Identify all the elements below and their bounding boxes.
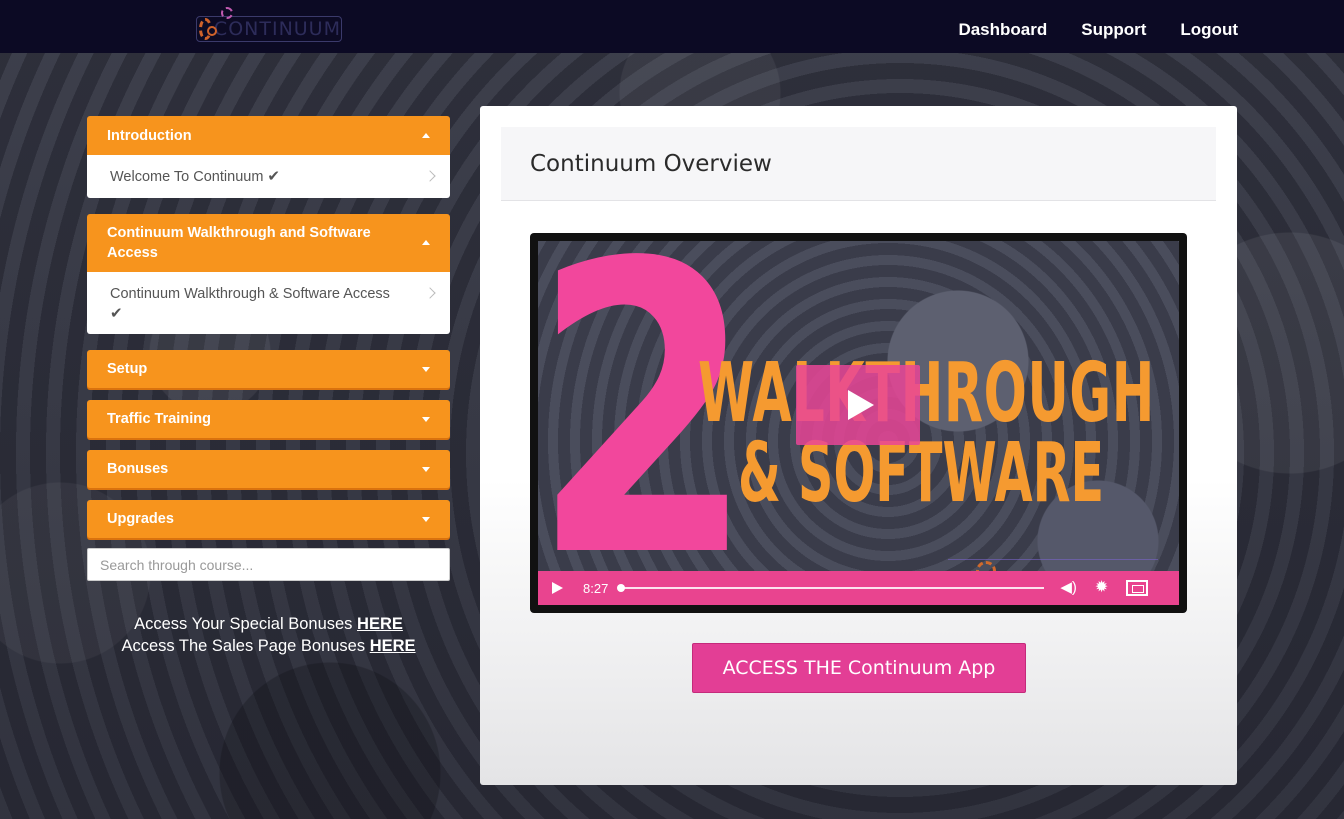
caret-down-icon	[422, 417, 430, 422]
special-bonuses-link[interactable]: HERE	[357, 615, 403, 633]
accordion-title: Introduction	[107, 127, 192, 144]
checkmark-icon: ✔	[110, 305, 123, 322]
nav-dashboard[interactable]: Dashboard	[958, 20, 1047, 40]
accordion-title: Bonuses	[107, 461, 169, 477]
caret-down-icon	[422, 367, 430, 372]
volume-icon[interactable]: ◀)	[1060, 580, 1077, 596]
logo-text: CONTINUUM	[213, 18, 341, 40]
continuum-logo[interactable]: CONTINUUM	[196, 7, 342, 42]
accordion-setup[interactable]: Setup	[87, 350, 450, 388]
chevron-right-icon	[424, 287, 436, 299]
play-icon	[848, 390, 874, 420]
progress-knob[interactable]	[617, 584, 626, 592]
lesson-label: Continuum Walkthrough & Software Access	[110, 286, 390, 302]
sales-page-bonuses-line: Access The Sales Page Bonuses HERE	[121, 637, 416, 655]
video-time: 8:27	[583, 580, 609, 596]
caret-up-icon	[422, 132, 430, 138]
access-app-button[interactable]: ACCESS THE Continuum App	[692, 643, 1026, 693]
fullscreen-icon[interactable]	[1126, 580, 1149, 596]
accordion-bonuses[interactable]: Bonuses	[87, 450, 450, 488]
caret-up-icon	[422, 240, 430, 245]
accordion-title: Upgrades	[107, 511, 174, 527]
special-bonuses-line: Access Your Special Bonuses HERE	[134, 615, 403, 633]
accordion-traffic-training[interactable]: Traffic Training	[87, 400, 450, 438]
settings-gear-icon[interactable]: ✹	[1095, 580, 1108, 596]
lesson-welcome[interactable]: Welcome To Continuum ✔	[87, 155, 450, 198]
thumbnail-line1: WALKTHROUGH	[698, 346, 1155, 441]
video-player[interactable]: 2 WALKTHROUGH & SOFTWARE 8:27 ◀) ✹	[530, 233, 1187, 613]
video-thumbnail[interactable]: 2 WALKTHROUGH & SOFTWARE 8:27 ◀) ✹	[538, 241, 1179, 605]
play-control-icon[interactable]	[552, 582, 563, 594]
main-nav: Dashboard Support Logout	[958, 20, 1238, 40]
big-play-button[interactable]	[796, 365, 920, 445]
accordion-title: Traffic Training	[107, 411, 211, 427]
gear-icon	[199, 18, 217, 40]
nav-support[interactable]: Support	[1081, 20, 1146, 40]
small-gear-icon	[221, 7, 233, 19]
lesson-walkthrough[interactable]: Continuum Walkthrough & Software Access …	[87, 272, 450, 334]
bonus-links: Access Your Special Bonuses HERE Access …	[87, 613, 450, 657]
lesson-panel: Continuum Overview 2 WALKTHROUGH & SOFTW…	[480, 106, 1237, 785]
accordion-title: Continuum Walkthrough and Software Acces…	[107, 225, 371, 261]
thumbnail-line2: & SOFTWARE	[738, 426, 1105, 521]
page-title: Continuum Overview	[501, 127, 1216, 201]
sales-page-bonuses-link[interactable]: HERE	[370, 637, 416, 655]
top-navbar: CONTINUUM Dashboard Support Logout	[0, 0, 1344, 53]
checkmark-icon: ✔	[267, 167, 280, 185]
video-progress-bar[interactable]	[617, 584, 1045, 592]
accordion-introduction[interactable]: Introduction	[87, 116, 450, 155]
chevron-right-icon	[424, 169, 436, 182]
accordion-upgrades[interactable]: Upgrades	[87, 500, 450, 538]
caret-down-icon	[422, 517, 430, 522]
caret-down-icon	[422, 467, 430, 472]
accordion-title: Setup	[107, 361, 148, 377]
course-sidebar: Introduction Welcome To Continuum ✔ Cont…	[87, 116, 450, 657]
video-controls: 8:27 ◀) ✹	[538, 571, 1179, 605]
nav-logout[interactable]: Logout	[1180, 20, 1238, 40]
course-search-input[interactable]	[87, 548, 450, 581]
accordion-walkthrough[interactable]: Continuum Walkthrough and Software Acces…	[87, 214, 450, 272]
lesson-label: Welcome To Continuum	[110, 168, 264, 185]
